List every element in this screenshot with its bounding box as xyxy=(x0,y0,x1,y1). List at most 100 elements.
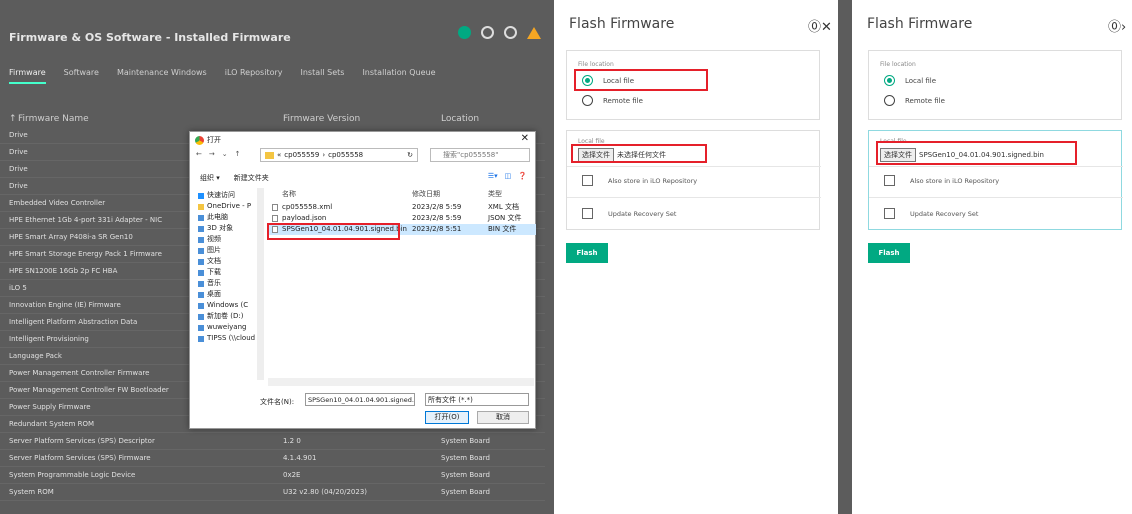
tab-firmware[interactable]: Firmware xyxy=(9,68,46,84)
cell-name: HPE Smart Array P408i-a SR Gen10 xyxy=(9,233,133,241)
close-icon[interactable]: ✕ xyxy=(521,133,529,144)
tab-maintenance-windows[interactable]: Maintenance Windows xyxy=(117,68,207,84)
nav-item[interactable]: OneDrive - P xyxy=(198,201,262,212)
radio-icon[interactable] xyxy=(884,75,895,86)
update-recovery-checkbox[interactable]: Update Recovery Set xyxy=(884,208,979,219)
nav-item[interactable]: wuweiyang xyxy=(198,322,262,333)
address-bar[interactable]: « cp055559 › cp055558 ↻ xyxy=(260,148,418,162)
tab-ilo-repository[interactable]: iLO Repository xyxy=(225,68,283,84)
file-date: 2023/2/8 5:51 xyxy=(412,225,462,233)
file-date: 2023/2/8 5:59 xyxy=(412,214,462,222)
col-name[interactable]: 名称 xyxy=(282,189,296,199)
checkbox-icon[interactable] xyxy=(582,208,593,219)
globe-icon[interactable] xyxy=(504,26,517,39)
back-icon[interactable]: ← xyxy=(196,150,202,158)
filetype-select[interactable]: 所有文件 (*.*) xyxy=(425,393,529,406)
nav-pane: 快速访问 OneDrive - P 此电脑 3D 对象 视频 图片 文档 下载 音乐 桌面 Wind… xyxy=(198,190,262,344)
checkbox-icon[interactable] xyxy=(582,175,593,186)
nav-item-icon xyxy=(198,291,204,298)
new-folder-button[interactable]: 新建文件夹 xyxy=(234,173,269,183)
col-location[interactable]: Location xyxy=(441,114,479,124)
filename-input[interactable]: SPSGen10_04.01.04.901.signed.bin xyxy=(305,393,415,406)
nav-item[interactable]: 下载 xyxy=(198,267,262,278)
highlight-box xyxy=(267,223,400,240)
help-icon[interactable]: ⓪› xyxy=(1108,16,1126,35)
update-recovery-checkbox[interactable]: Update Recovery Set xyxy=(582,208,677,219)
refresh-icon[interactable]: ↻ xyxy=(407,151,413,159)
nav-item[interactable]: 3D 对象 xyxy=(198,223,262,234)
organize-menu[interactable]: 组织 ▾ xyxy=(200,173,220,183)
radio-local-file[interactable]: Local file xyxy=(884,75,936,86)
also-store-checkbox[interactable]: Also store in iLO Repository xyxy=(884,175,999,186)
cell-version: U32 v2.80 (04/20/2023) xyxy=(283,488,368,496)
col-firmware-version[interactable]: Firmware Version xyxy=(283,114,360,124)
help-icon[interactable]: ⓪✕ xyxy=(808,16,832,35)
nav-item[interactable]: 此电脑 xyxy=(198,212,262,223)
tab-installation-queue[interactable]: Installation Queue xyxy=(362,68,435,84)
table-row[interactable]: Server Platform Services (SPS) Firmware 4… xyxy=(0,450,545,467)
dialog-title: 打开 xyxy=(207,136,221,144)
open-button[interactable]: 打开(O) xyxy=(425,411,469,424)
checkbox-icon[interactable] xyxy=(884,175,895,186)
nav-item[interactable]: 新加卷 (D:) xyxy=(198,311,262,322)
nav-scrollbar[interactable] xyxy=(257,188,264,380)
nav-item-icon xyxy=(198,225,204,232)
nav-item[interactable]: 快速访问 xyxy=(198,190,262,201)
nav-item-icon xyxy=(198,258,204,265)
up-icon[interactable]: ↑ xyxy=(235,150,241,158)
path-segment[interactable]: cp055559 xyxy=(284,151,319,159)
nav-item[interactable]: 图片 xyxy=(198,245,262,256)
top-icons xyxy=(458,26,541,39)
nav-item[interactable]: 桌面 xyxy=(198,289,262,300)
nav-item-icon xyxy=(198,302,204,309)
health-icon[interactable] xyxy=(458,26,471,39)
highlight-box xyxy=(574,69,708,91)
chevron-down-icon[interactable]: ⌄ xyxy=(222,150,228,158)
flash-button[interactable]: Flash xyxy=(566,243,608,263)
radio-remote-file[interactable]: Remote file xyxy=(884,95,945,106)
forward-icon[interactable]: → xyxy=(209,150,215,158)
cell-name: HPE SN1200E 16Gb 2p FC HBA xyxy=(9,267,118,275)
cell-name: Server Platform Services (SPS) Firmware xyxy=(9,454,151,462)
path-segment[interactable]: cp055558 xyxy=(328,151,363,159)
nav-item[interactable]: 文档 xyxy=(198,256,262,267)
nav-item-icon xyxy=(198,214,204,221)
panel-title: Flash Firmware xyxy=(867,16,973,32)
cancel-button[interactable]: 取消 xyxy=(477,411,529,424)
cell-name: Power Supply Firmware xyxy=(9,403,91,411)
cell-location: System Board xyxy=(441,488,490,496)
flash-button[interactable]: Flash xyxy=(868,243,910,263)
cell-name: Language Pack xyxy=(9,352,62,360)
file-type: JSON 文件 xyxy=(488,214,522,222)
table-row[interactable]: System Programmable Logic Device 0x2E Syst… xyxy=(0,467,545,484)
radio-icon[interactable] xyxy=(884,95,895,106)
search-input[interactable]: 搜索"cp055558" xyxy=(430,148,530,162)
tab-install-sets[interactable]: Install Sets xyxy=(301,68,345,84)
help-icon[interactable]: ❓ xyxy=(518,172,527,180)
cell-name: Drive xyxy=(9,131,28,139)
col-firmware-name[interactable]: Firmware Name xyxy=(18,114,89,124)
col-type[interactable]: 类型 xyxy=(488,189,502,199)
table-row[interactable]: Server Platform Services (SPS) Descripto… xyxy=(0,433,545,450)
nav-item[interactable]: 音乐 xyxy=(198,278,262,289)
nav-item[interactable]: 视频 xyxy=(198,234,262,245)
view-menu-icon[interactable]: ☰▾ xyxy=(488,172,498,180)
horizontal-scrollbar[interactable] xyxy=(268,378,534,386)
nav-item[interactable]: Windows (C xyxy=(198,300,262,311)
cell-name: System ROM xyxy=(9,488,54,496)
warning-icon[interactable] xyxy=(527,26,541,39)
table-row[interactable]: System ROM U32 v2.80 (04/20/2023) System B… xyxy=(0,484,545,501)
nav-item-icon xyxy=(198,269,204,276)
power-icon[interactable] xyxy=(481,26,494,39)
radio-remote-file[interactable]: Remote file xyxy=(582,95,643,106)
col-date[interactable]: 修改日期 xyxy=(412,189,440,199)
radio-icon[interactable] xyxy=(582,95,593,106)
preview-pane-icon[interactable]: ◫ xyxy=(505,172,512,180)
file-row[interactable]: cp055558.xml 2023/2/8 5:59 XML 文档 xyxy=(268,202,536,213)
also-store-checkbox[interactable]: Also store in iLO Repository xyxy=(582,175,697,186)
tab-software[interactable]: Software xyxy=(64,68,99,84)
nav-item[interactable]: TIPSS (\\cloud xyxy=(198,333,262,344)
checkbox-icon[interactable] xyxy=(884,208,895,219)
sort-arrow-icon[interactable]: ↑ xyxy=(9,114,17,124)
chrome-icon xyxy=(195,135,204,145)
